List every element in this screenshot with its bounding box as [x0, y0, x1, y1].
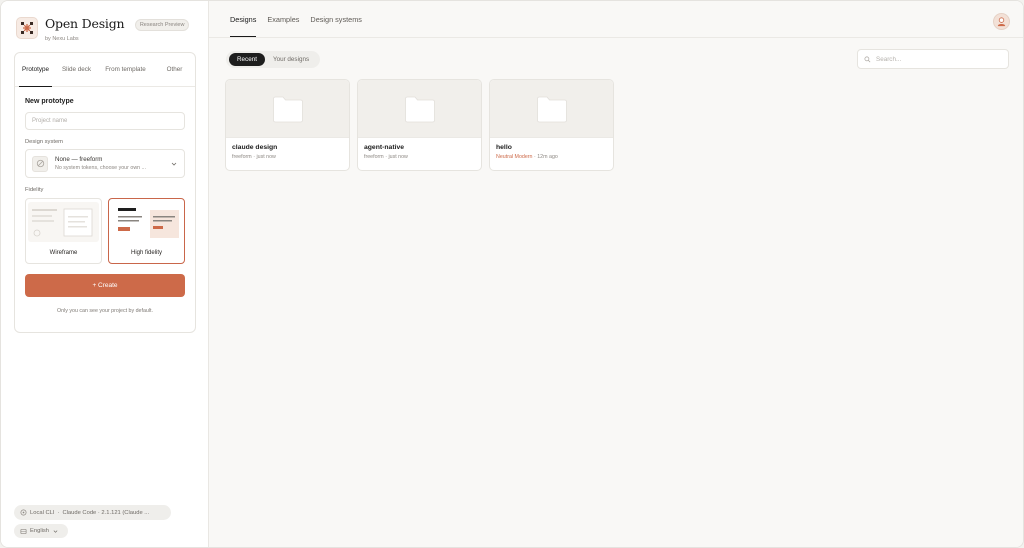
fidelity-label: Fidelity	[25, 187, 44, 193]
design-system-tag: Neutral Modern	[496, 154, 533, 160]
status-icon	[20, 509, 27, 516]
design-system-select[interactable]: None — freeform No system tokens, choose…	[25, 149, 185, 178]
wireframe-label: Wireframe	[49, 250, 78, 256]
create-button[interactable]: + Create	[25, 274, 185, 297]
project-name-input[interactable]: Project name	[25, 112, 185, 130]
filter-segment: Recent Your designs	[226, 51, 321, 68]
design-system-value: None — freeform	[55, 156, 103, 163]
search-icon	[864, 56, 871, 62]
filter-recent[interactable]: Recent	[229, 53, 265, 66]
project-thumbnail	[358, 80, 481, 138]
search-input[interactable]: Search...	[857, 49, 1009, 69]
folder-icon	[272, 96, 303, 122]
section-title: New prototype	[25, 98, 74, 105]
tab-from-template[interactable]: From template	[97, 53, 154, 86]
avatar[interactable]	[993, 13, 1010, 30]
no-system-icon	[32, 155, 48, 172]
filter-your-designs[interactable]: Your designs	[265, 53, 317, 66]
tab-slide-deck[interactable]: Slide deck	[56, 53, 97, 86]
logo-icon	[16, 17, 38, 39]
design-system-label: Design system	[25, 139, 64, 145]
app-title: Open Design	[45, 16, 125, 31]
project-name: hello	[496, 144, 512, 151]
status-separator: ·	[57, 509, 60, 516]
project-card[interactable]: hello Neutral Modern · 12m ago	[489, 79, 614, 171]
status-mode: Local CLI	[30, 509, 55, 516]
folder-icon	[404, 96, 435, 122]
projects-grid: claude design freeform · just now agent-…	[225, 79, 614, 171]
research-preview-badge: Research Preview	[134, 19, 190, 31]
globe-icon	[20, 528, 27, 534]
main-content: Designs Examples Design systems Recent Y…	[209, 1, 1023, 547]
folder-icon	[536, 96, 567, 122]
brand: Open Design Research Preview by Nexu Lab…	[16, 15, 190, 42]
project-name: agent-native	[364, 144, 405, 151]
fidelity-options: Wireframe High fidelity	[25, 198, 185, 264]
language-selector[interactable]: English	[14, 524, 68, 538]
high-fidelity-preview	[111, 202, 182, 242]
wireframe-preview	[28, 202, 99, 242]
chevron-down-icon	[171, 162, 177, 166]
fidelity-high-option[interactable]: High fidelity	[108, 198, 185, 264]
app-subtitle: by Nexu Labs	[45, 36, 79, 42]
fidelity-wireframe-option[interactable]: Wireframe	[25, 198, 102, 264]
tab-other[interactable]: Other	[154, 53, 195, 86]
design-system-hint: No system tokens, choose your own ...	[55, 165, 146, 171]
tab-prototype[interactable]: Prototype	[15, 53, 56, 87]
tab-examples[interactable]: Examples	[267, 1, 299, 37]
project-meta: freeform · just now	[232, 154, 276, 160]
high-fidelity-label: High fidelity	[130, 250, 162, 256]
chevron-down-icon	[53, 529, 58, 533]
project-thumbnail	[490, 80, 613, 138]
project-type-tabs: Prototype Slide deck From template Other	[15, 53, 195, 87]
app-window: Open Design Research Preview by Nexu Lab…	[0, 0, 1024, 548]
project-thumbnail	[226, 80, 349, 138]
project-meta: Neutral Modern · 12m ago	[496, 154, 558, 160]
tab-design-systems[interactable]: Design systems	[310, 1, 362, 37]
top-nav: Designs Examples Design systems	[209, 1, 1023, 38]
project-card[interactable]: agent-native freeform · just now	[357, 79, 482, 171]
project-meta: freeform · just now	[364, 154, 408, 160]
agent-status-pill[interactable]: Local CLI · Claude Code · 2.1.121 (Claud…	[14, 505, 171, 520]
search-placeholder: Search...	[876, 55, 902, 63]
sidebar: Open Design Research Preview by Nexu Lab…	[1, 1, 209, 547]
language-label: English	[30, 528, 50, 534]
privacy-hint: Only you can see your project by default…	[57, 308, 153, 314]
project-card[interactable]: claude design freeform · just now	[225, 79, 350, 171]
project-name: claude design	[232, 144, 278, 151]
tab-designs[interactable]: Designs	[230, 1, 257, 37]
new-project-card: Prototype Slide deck From template Other…	[14, 52, 196, 333]
status-agent: Claude Code · 2.1.121 (Claude ...	[62, 509, 150, 516]
